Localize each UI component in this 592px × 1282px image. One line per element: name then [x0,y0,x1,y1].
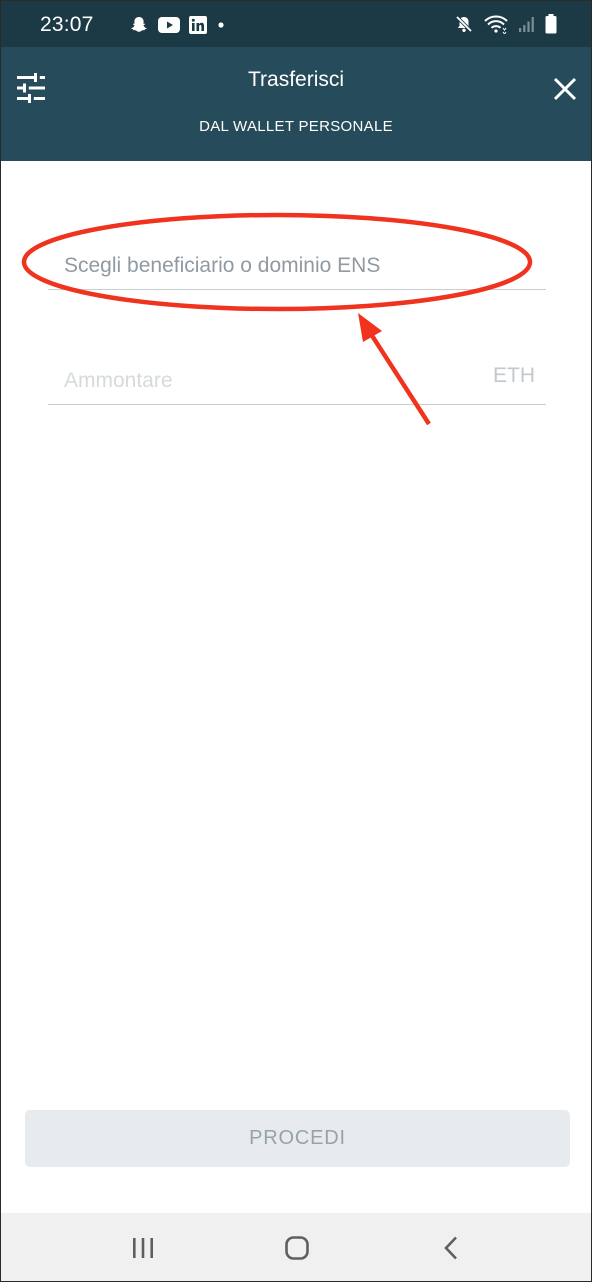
close-icon[interactable] [551,75,579,103]
amount-input[interactable] [64,360,464,402]
wifi-icon [484,15,508,34]
notification-dot-icon [218,22,224,28]
beneficiary-field [48,245,546,290]
page-subtitle: DAL WALLET PERSONALE [199,118,393,135]
amount-unit-label: ETH [493,364,535,387]
annotation-arrow-head [358,313,382,342]
recent-apps-icon[interactable] [123,1235,163,1261]
snapchat-icon [131,17,147,32]
app-header: Trasferisci DAL WALLET PERSONALE [1,47,591,161]
amount-field: ETH [48,360,546,405]
linkedin-icon [189,16,207,34]
app-screen: 23:07 Trasferisci DAL WALLET PERSONALE S… [0,0,592,1282]
status-time: 23:07 [40,13,94,36]
back-icon[interactable] [431,1235,471,1261]
home-icon[interactable] [277,1235,317,1261]
mute-icon [455,15,473,33]
battery-icon [545,14,557,34]
beneficiary-input[interactable] [64,245,464,287]
proceed-button[interactable]: PROCEDI [25,1110,570,1167]
youtube-icon [158,17,180,33]
system-nav-bar [1,1213,591,1281]
signal-icon [519,17,534,32]
status-system-icons [454,13,557,35]
page-title: Trasferisci [247,68,345,91]
status-bar: 23:07 [1,1,591,47]
status-notification-icons [129,14,226,36]
